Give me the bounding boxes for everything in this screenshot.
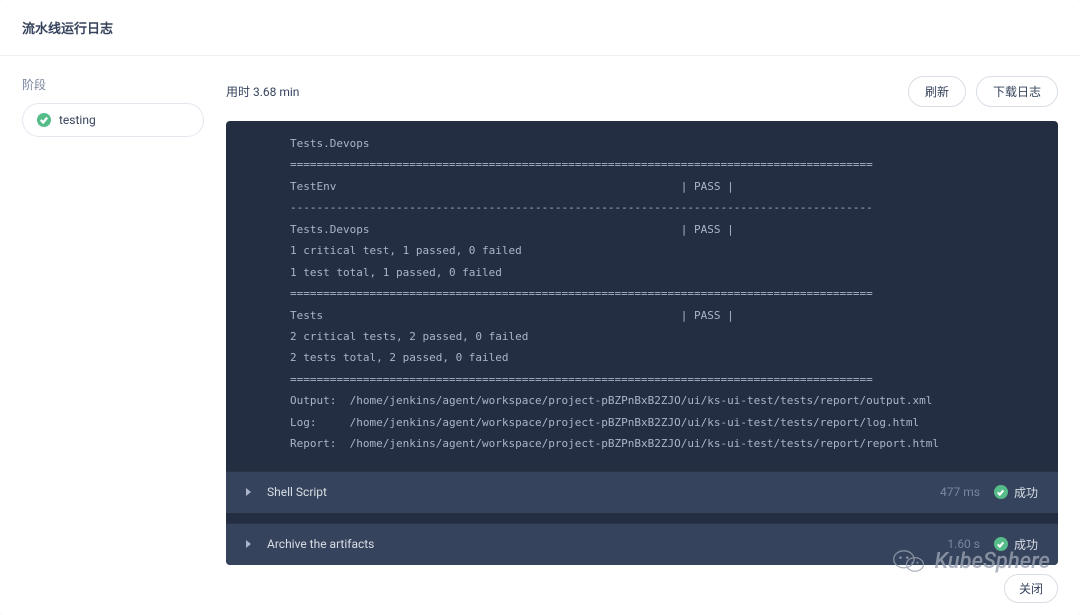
header-actions: 刷新 下载日志 — [908, 76, 1058, 107]
stages-sidebar: 阶段 testing — [22, 76, 204, 565]
main-content: 用时 3.68 min 刷新 下载日志 Tests.Devops =======… — [226, 76, 1058, 565]
stages-label: 阶段 — [22, 76, 204, 93]
modal-title: 流水线运行日志 — [22, 18, 1058, 37]
success-icon — [994, 485, 1008, 499]
download-log-button[interactable]: 下载日志 — [976, 76, 1058, 107]
watermark-text: KubeSphere — [934, 549, 1050, 574]
refresh-button[interactable]: 刷新 — [908, 76, 966, 107]
step-name: Shell Script — [267, 485, 940, 499]
chevron-right-icon — [246, 540, 251, 548]
chevron-right-icon — [246, 488, 251, 496]
stage-name: testing — [59, 113, 96, 127]
step-row-shell-script[interactable]: Shell Script 477 ms 成功 — [226, 471, 1058, 513]
log-panel: Tests.Devops ===========================… — [226, 121, 1058, 565]
success-icon — [37, 113, 51, 127]
step-status: 成功 — [994, 484, 1038, 501]
step-duration: 477 ms — [940, 485, 980, 499]
step-status-text: 成功 — [1014, 484, 1038, 501]
duration-text: 用时 3.68 min — [226, 83, 299, 100]
main-header: 用时 3.68 min 刷新 下载日志 — [226, 76, 1058, 107]
pipeline-log-modal: 流水线运行日志 阶段 testing 用时 3.68 min 刷新 下载日志 — [0, 0, 1080, 615]
step-name: Archive the artifacts — [267, 537, 947, 551]
close-button[interactable]: 关闭 — [1004, 574, 1058, 603]
modal-body: 阶段 testing 用时 3.68 min 刷新 下载日志 Tests.Dev… — [0, 56, 1080, 565]
modal-footer: 关闭 — [1004, 574, 1058, 603]
watermark: KubeSphere — [892, 547, 1050, 575]
spacer — [226, 513, 1058, 523]
stage-pill-testing[interactable]: testing — [22, 103, 204, 137]
modal-header: 流水线运行日志 — [0, 0, 1080, 56]
wechat-icon — [892, 547, 926, 575]
log-output[interactable]: Tests.Devops ===========================… — [226, 121, 1058, 471]
